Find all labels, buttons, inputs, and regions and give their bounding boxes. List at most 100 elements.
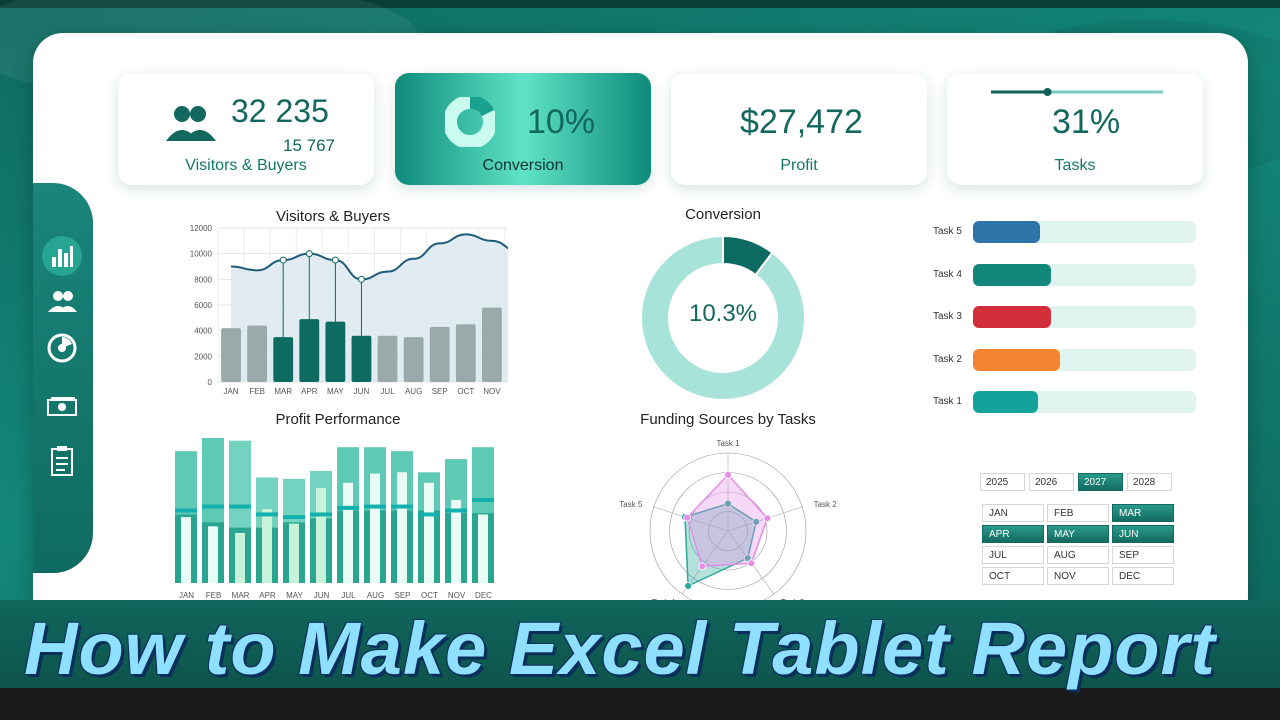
kpi-conversion-label: Conversion [482, 157, 564, 174]
kpi-visitors-label: Visitors & Buyers [185, 157, 307, 174]
month-option-mar[interactable]: MAR [1112, 504, 1174, 522]
profit-target-marker [283, 515, 305, 520]
profit-target-marker [418, 512, 440, 517]
radar-point [763, 514, 772, 523]
kpi-conversion-value: 10% [527, 103, 596, 141]
x-tick-label: JUN [354, 387, 370, 396]
month-option-nov[interactable]: NOV [1047, 567, 1109, 585]
task-bar-fill [973, 306, 1052, 328]
sidebar-item-tasks[interactable] [42, 441, 82, 481]
kpi-tasks-value: 31% [1052, 103, 1121, 141]
profit-target-marker [364, 504, 386, 509]
profit-target-marker [310, 512, 332, 517]
x-tick-label: MAY [286, 591, 303, 600]
x-tick-label: FEB [249, 387, 265, 396]
pie-icon [445, 97, 495, 147]
sidebar-item-charts[interactable] [42, 236, 82, 276]
month-option-oct[interactable]: OCT [982, 567, 1044, 585]
month-option-aug[interactable]: AUG [1047, 546, 1109, 564]
x-tick-label: APR [259, 591, 276, 600]
visitors-buyers-chart: 12000 10000 8000 6000 4000 2000 0 JAN FEB MAR APR M… [190, 224, 508, 396]
visitors-point [357, 275, 365, 283]
kpi-visitors-value: 32 235 [231, 93, 329, 129]
y-tick-label: 2000 [194, 352, 212, 361]
profit-bar-inner [262, 509, 272, 583]
visitors-point [279, 256, 287, 264]
kpi-profit-label: Profit [780, 157, 818, 174]
buyers-bar [403, 337, 424, 382]
kpi-conversion-card[interactable]: 10% Conversion [395, 73, 651, 185]
buyers-bar [429, 326, 450, 382]
year-option-2028[interactable]: 2028 [1127, 473, 1172, 491]
month-option-dec[interactable]: DEC [1112, 567, 1174, 585]
x-tick-label: SEP [432, 387, 448, 396]
radar-point [724, 470, 732, 479]
profit-bar-inner [316, 488, 326, 583]
year-option-2027[interactable]: 2027 [1078, 473, 1123, 491]
radar-axis-label: Task 1 [716, 439, 740, 448]
profit-chart-title: Profit Performance [275, 411, 401, 428]
profit-target-marker [445, 508, 467, 513]
profit-target-marker [337, 505, 359, 510]
x-tick-label: MAR [274, 387, 292, 396]
sidebar-item-disc[interactable] [42, 328, 82, 368]
x-tick-label: SEP [394, 591, 410, 600]
y-tick-label: 4000 [194, 327, 212, 336]
profit-bar-inner [235, 532, 245, 583]
sidebar-item-users[interactable] [42, 281, 82, 321]
month-option-feb[interactable]: FEB [1047, 504, 1109, 522]
y-tick-label: 10000 [190, 250, 213, 259]
sidebar [33, 183, 93, 573]
month-option-jul[interactable]: JUL [982, 546, 1044, 564]
radar-chart-title: Funding Sources by Tasks [640, 411, 816, 428]
task-bar-fill [973, 391, 1038, 413]
buyers-bar [377, 335, 398, 382]
month-option-jan[interactable]: JAN [982, 504, 1044, 522]
sidebar-item-cash[interactable] [42, 386, 82, 426]
tasks-progress-slider [991, 88, 1163, 96]
x-tick-label: OCT [457, 387, 474, 396]
month-option-jun[interactable]: JUN [1112, 525, 1174, 543]
profit-target-marker [229, 504, 251, 509]
clipboard-icon [51, 446, 73, 476]
task-bar-label: Task 3 [933, 311, 962, 322]
y-tick-label: 12000 [190, 224, 213, 233]
month-option-apr[interactable]: APR [982, 525, 1044, 543]
radar-axis-label: Task 5 [619, 500, 643, 509]
radar-axis-label: Task 2 [814, 500, 838, 509]
x-tick-label: MAY [327, 387, 344, 396]
profit-performance-chart: JAN FEB MAR APR MAY JUN JUL AUG SEP OCT NOV DEC [175, 438, 494, 600]
x-tick-label: NOV [448, 591, 466, 600]
kpi-tasks-card[interactable]: 31% Tasks [947, 73, 1203, 185]
task-bar-fill [973, 221, 1040, 243]
x-tick-label: JUL [341, 591, 356, 600]
bar-chart-icon [52, 246, 73, 267]
x-tick-label: DEC [475, 591, 492, 600]
disc-icon [47, 333, 77, 363]
profit-bar-inner [424, 482, 434, 583]
buyers-bar [351, 335, 372, 382]
month-option-sep[interactable]: SEP [1112, 546, 1174, 564]
task-bar-label: Task 4 [933, 268, 962, 280]
profit-target-marker [175, 508, 197, 513]
task-bar-label: Task 5 [933, 226, 962, 237]
profit-target-marker [472, 497, 494, 502]
year-option-2026[interactable]: 2026 [1029, 473, 1074, 491]
users-icon [48, 291, 77, 312]
y-tick-label: 0 [208, 378, 213, 387]
kpi-profit-card[interactable]: $27,472 Profit [671, 73, 927, 185]
profit-bar-inner [208, 526, 218, 583]
buyers-bar [455, 324, 476, 382]
funding-radar-chart: Task 1Task 2Task 3Task 4Task 5 [619, 439, 838, 606]
kpi-visitors-card[interactable]: 32 235 15 767 Visitors & Buyers [118, 73, 374, 185]
visitors-point [331, 256, 339, 264]
kpi-tasks-label: Tasks [1054, 157, 1096, 174]
year-option-2025[interactable]: 2025 [980, 473, 1025, 491]
month-option-may[interactable]: MAY [1047, 525, 1109, 543]
buyers-bar [481, 307, 502, 382]
radar-point [698, 562, 707, 571]
x-tick-label: APR [301, 387, 318, 396]
profit-target-marker [391, 504, 413, 509]
task-bar-label: Task 2 [933, 353, 962, 365]
buyers-bar [299, 319, 320, 382]
